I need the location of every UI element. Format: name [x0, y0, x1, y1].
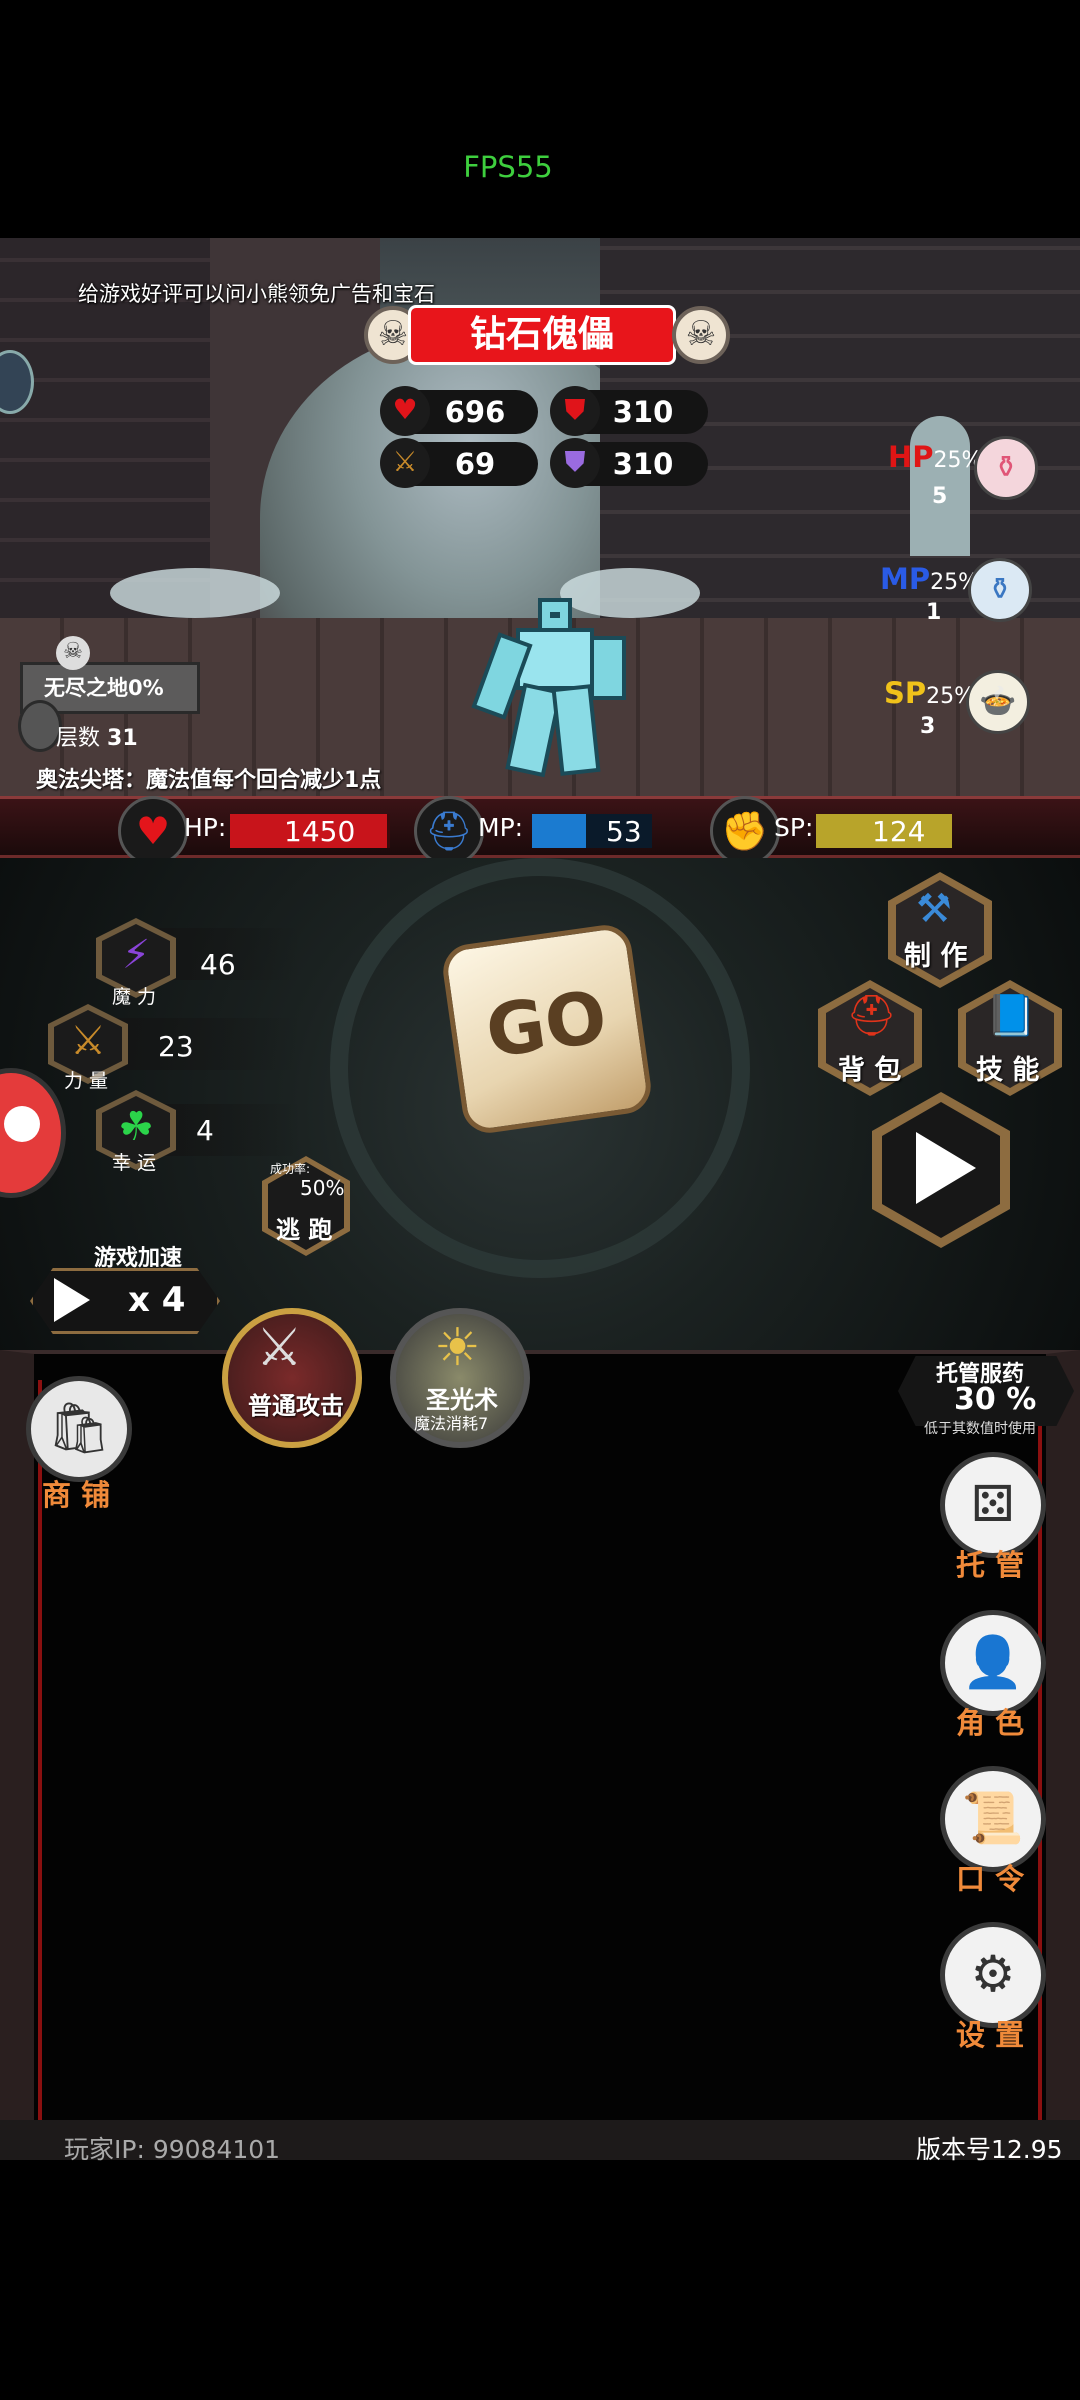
skull-icon-right: ☠ [672, 306, 730, 364]
shop-icon: 🛍 [47, 1399, 111, 1457]
floor-level: 31 [107, 726, 138, 751]
mp-potion[interactable]: MP25% [880, 562, 979, 596]
mp-label: MP: [478, 813, 524, 842]
player-ip: 玩家IP: 99084101 [64, 2135, 281, 2164]
spellbook-icon: 📘 [986, 993, 1036, 1039]
sp-potion[interactable]: SP25% [884, 676, 975, 710]
anvil-icon: ⚒ [916, 886, 952, 932]
speed-title: 游戏加速 [94, 1246, 183, 1271]
heart-icon: ♥ [118, 796, 188, 866]
hp-potion-label: HP [888, 440, 934, 474]
normal-attack-label: 普通攻击 [248, 1392, 344, 1420]
speed-value: x 4 [128, 1280, 186, 1320]
strength-label: 力 量 [64, 1070, 109, 1092]
shop-label: 商 铺 [42, 1478, 111, 1512]
boss-name: 钻石傀儡 [408, 305, 676, 365]
food-plate-icon[interactable]: 🍲 [966, 670, 1030, 734]
hp-potion-count: 5 [932, 484, 948, 509]
version: 版本号12.95 [916, 2135, 1063, 2164]
mp-potion-label: MP [880, 562, 931, 596]
luck-label: 幸 运 [112, 1152, 157, 1174]
fps-counter: FPS55 [463, 150, 553, 184]
code-label: 口 令 [956, 1862, 1025, 1896]
luck-value: 4 [196, 1114, 214, 1147]
sp-potion-count: 3 [920, 714, 936, 739]
mp-potion-count: 1 [926, 600, 942, 625]
blue-potion-icon[interactable]: ⚱ [968, 558, 1032, 622]
settings-label: 设 置 [956, 2018, 1025, 2052]
sp-label: SP: [774, 813, 814, 842]
play-icon [916, 1132, 976, 1204]
auto-label: 托 管 [956, 1548, 1025, 1582]
boss-attack: 69 [454, 447, 496, 481]
auto-potion-value[interactable]: 30 % [954, 1382, 1036, 1417]
holy-light-button[interactable]: ☀ 圣光术 魔法消耗7 [390, 1308, 530, 1448]
bag-label: 背 包 [838, 1055, 902, 1086]
floor-level-label: 层数 [56, 726, 101, 751]
sun-icon: ☀ [434, 1318, 481, 1378]
boss-hp: 696 [444, 395, 506, 429]
magic-value: 46 [200, 948, 236, 981]
hp-value: 1450 [284, 815, 356, 848]
magic-label: 魔 力 [112, 986, 157, 1008]
shop-button[interactable]: 🛍 [26, 1376, 132, 1482]
flee-rate-label: 成功率: [270, 1162, 311, 1176]
normal-attack-button[interactable]: ⚔ 普通攻击 [222, 1308, 362, 1448]
mp-bar-fill [532, 814, 586, 848]
sp-value: 124 [872, 815, 926, 848]
tower-notice: 奥法尖塔：魔法值每个回合减少1点 [36, 768, 382, 793]
dice-icon: ⚄ [971, 1475, 1015, 1533]
hooded-figure-icon: 👤 [961, 1633, 1025, 1691]
sword-icon: ⚔ [256, 1318, 303, 1378]
mp-value: 53 [606, 815, 642, 848]
notice-text: 给游戏好评可以问小熊领免广告和宝石 [78, 282, 435, 306]
battle-log-content [38, 1380, 1042, 2130]
sword-icon: ⚔ [380, 438, 430, 488]
hp-label: HP: [184, 813, 227, 842]
strength-icon: ✊ [710, 796, 780, 866]
skills-label: 技 能 [976, 1055, 1040, 1086]
scroll-icon: 📜 [961, 1789, 1025, 1847]
skull-icon: ☠ [56, 636, 90, 670]
heart-icon: ♥ [380, 386, 430, 436]
boss-magic-defense: 310 [612, 447, 674, 481]
sp-potion-label: SP [884, 676, 927, 710]
strength-value: 23 [158, 1030, 194, 1063]
pink-potion-icon[interactable]: ⚱ [974, 436, 1038, 500]
hp-potion[interactable]: HP25% [888, 440, 982, 474]
play-icon [54, 1278, 90, 1322]
backpack-icon: ⛑ [846, 993, 897, 1039]
zone-name: 无尽之地0% [44, 676, 164, 700]
diamond-golem-sprite [471, 598, 626, 778]
magic-shield-icon: ⛊ [550, 438, 600, 488]
flee-rate: 50% [300, 1176, 345, 1200]
shield-icon: ⛊ [550, 386, 600, 436]
gear-icon: ⚙ [970, 1945, 1016, 2003]
holy-light-cost: 魔法消耗7 [414, 1414, 489, 1433]
person-icon [4, 1106, 40, 1142]
auto-potion-subtitle: 低于其数值时使用 [924, 1421, 1036, 1437]
character-label: 角 色 [956, 1706, 1025, 1740]
boss-defense: 310 [612, 395, 674, 429]
flee-label: 逃 跑 [276, 1216, 333, 1244]
helmet-icon: ⛑ [414, 796, 484, 866]
craft-label: 制 作 [904, 941, 968, 972]
go-dice-button[interactable]: GO [439, 921, 655, 1137]
